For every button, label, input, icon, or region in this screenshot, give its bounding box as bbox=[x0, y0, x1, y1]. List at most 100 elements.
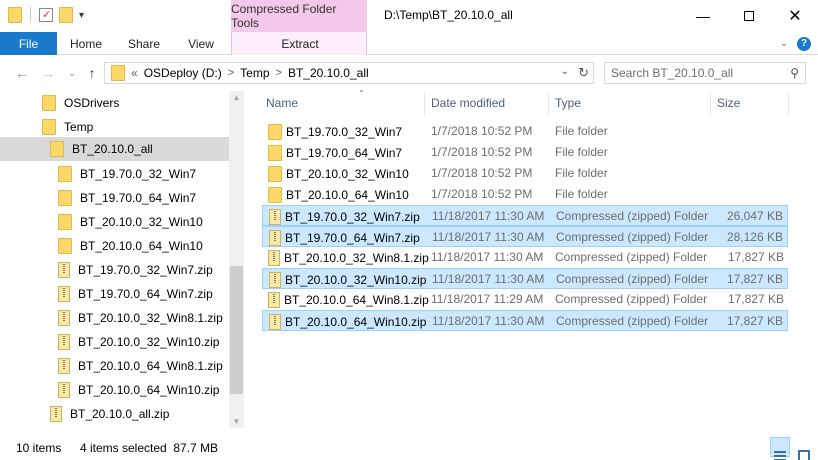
scroll-up-icon[interactable]: ▲ bbox=[229, 93, 244, 102]
tree-item[interactable]: BT_19.70.0_32_Win7 bbox=[58, 162, 228, 186]
tree-item-label: BT_20.10.0_64_Win8.1.zip bbox=[78, 359, 223, 373]
zip-folder-icon bbox=[58, 334, 70, 350]
file-name: BT_20.10.0_32_Win10.zip bbox=[269, 272, 426, 288]
maximize-button[interactable] bbox=[726, 0, 772, 32]
tree-item[interactable]: BT_19.70.0_32_Win7.zip bbox=[58, 258, 228, 282]
refresh-icon[interactable]: ↻ bbox=[578, 65, 589, 81]
file-name: BT_20.10.0_32_Win8.1.zip bbox=[268, 250, 429, 266]
customize-toolbar-icon[interactable]: ▾ bbox=[79, 10, 84, 21]
file-type: Compressed (zipped) Folder bbox=[556, 272, 709, 286]
scrollbar-thumb[interactable] bbox=[230, 266, 243, 394]
column-header-name[interactable]: ⌃ Name bbox=[266, 89, 426, 115]
zip-folder-icon bbox=[269, 314, 281, 330]
chevron-down-icon[interactable]: ⌄ bbox=[561, 66, 569, 77]
file-row-selected[interactable]: BT_19.70.0_64_Win7.zip 11/18/2017 11:30 … bbox=[262, 226, 788, 247]
search-input[interactable]: Search BT_20.10.0_all bbox=[611, 66, 733, 80]
help-icon[interactable]: ? bbox=[796, 32, 812, 55]
column-header-date[interactable]: Date modified bbox=[431, 91, 546, 115]
file-row-selected[interactable]: BT_19.70.0_32_Win7.zip 11/18/2017 11:30 … bbox=[262, 205, 788, 226]
file-row[interactable]: BT_20.10.0_64_Win8.1.zip 11/18/2017 11:2… bbox=[262, 289, 788, 310]
search-box[interactable]: Search BT_20.10.0_all ⚲ bbox=[604, 62, 806, 84]
tree-item-label: BT_20.10.0_all.zip bbox=[70, 407, 170, 421]
file-type: File folder bbox=[555, 145, 608, 159]
tree-item-osdrivers[interactable]: OSDrivers bbox=[42, 91, 228, 115]
file-row-selected[interactable]: BT_20.10.0_64_Win10.zip 11/18/2017 11:30… bbox=[262, 310, 788, 331]
file-date: 1/7/2018 10:52 PM bbox=[431, 124, 533, 138]
file-name-label: BT_19.70.0_64_Win7 bbox=[286, 146, 403, 160]
file-row-selected[interactable]: BT_20.10.0_32_Win10.zip 11/18/2017 11:30… bbox=[262, 268, 788, 289]
file-name: BT_20.10.0_64_Win10 bbox=[268, 187, 409, 203]
up-icon[interactable]: ↑ bbox=[82, 63, 102, 83]
file-size: 17,827 KB bbox=[726, 314, 783, 328]
tab-file[interactable]: File bbox=[0, 32, 57, 55]
address-bar[interactable]: « OSDeploy (D:) > Temp > BT_20.10.0_all … bbox=[104, 62, 594, 84]
tree-item[interactable]: BT_20.10.0_32_Win10.zip bbox=[58, 330, 228, 354]
folder-icon bbox=[42, 95, 56, 111]
file-row[interactable]: BT_20.10.0_64_Win10 1/7/2018 10:52 PM Fi… bbox=[262, 184, 788, 205]
breadcrumb-drive[interactable]: OSDeploy (D:) bbox=[144, 66, 222, 80]
tab-share[interactable]: Share bbox=[120, 32, 168, 55]
column-divider[interactable] bbox=[424, 93, 425, 115]
recent-locations-icon[interactable]: ⌄ bbox=[62, 63, 82, 83]
column-divider[interactable] bbox=[548, 93, 549, 115]
tree-item[interactable]: BT_20.10.0_64_Win8.1.zip bbox=[58, 354, 228, 378]
column-header-label: Type bbox=[555, 96, 582, 110]
tree-item-temp[interactable]: Temp bbox=[42, 115, 228, 139]
file-type: Compressed (zipped) Folder bbox=[556, 230, 709, 244]
tree-item-label: BT_20.10.0_32_Win8.1.zip bbox=[78, 311, 223, 325]
column-divider[interactable] bbox=[788, 93, 789, 115]
ribbon-tabs: File Home Share View Extract ⌄ ? bbox=[0, 32, 818, 55]
expand-ribbon-icon[interactable]: ⌄ bbox=[776, 32, 792, 55]
tab-home[interactable]: Home bbox=[62, 32, 110, 55]
large-icons-view-icon bbox=[798, 450, 810, 460]
folder-icon bbox=[8, 7, 22, 23]
back-icon[interactable]: ← bbox=[12, 63, 32, 83]
minimize-button[interactable]: — bbox=[680, 0, 726, 32]
file-type: File folder bbox=[555, 166, 608, 180]
tree-item-label: BT_20.10.0_32_Win10 bbox=[80, 215, 203, 229]
file-row[interactable]: BT_19.70.0_32_Win7 1/7/2018 10:52 PM Fil… bbox=[262, 121, 788, 142]
tree-item[interactable]: BT_19.70.0_64_Win7.zip bbox=[58, 282, 228, 306]
item-count: 10 items bbox=[16, 441, 62, 455]
tree-item-label: BT_19.70.0_64_Win7.zip bbox=[78, 287, 213, 301]
navigation-bar: ← → ⌄ ↑ « OSDeploy (D:) > Temp > BT_20.1… bbox=[0, 55, 818, 91]
toolbar-divider bbox=[30, 7, 31, 23]
column-header-size[interactable]: Size bbox=[717, 91, 787, 115]
tree-item[interactable]: BT_20.10.0_64_Win10 bbox=[58, 234, 228, 258]
scroll-down-icon[interactable]: ▼ bbox=[229, 417, 244, 426]
properties-icon[interactable]: ✓ bbox=[39, 8, 53, 22]
file-row[interactable]: BT_20.10.0_32_Win10 1/7/2018 10:52 PM Fi… bbox=[262, 163, 788, 184]
file-type: Compressed (zipped) Folder bbox=[555, 292, 708, 306]
file-name: BT_19.70.0_32_Win7.zip bbox=[269, 209, 420, 225]
tree-item-bt-all[interactable]: BT_20.10.0_all bbox=[0, 137, 229, 161]
tab-extract[interactable]: Extract bbox=[262, 32, 338, 55]
column-header-type[interactable]: Type bbox=[555, 91, 705, 115]
tree-item[interactable]: BT_20.10.0_32_Win10 bbox=[58, 210, 228, 234]
breadcrumb-current[interactable]: BT_20.10.0_all bbox=[288, 66, 369, 80]
tab-view[interactable]: View bbox=[178, 32, 224, 55]
tree-item[interactable]: BT_20.10.0_64_Win10.zip bbox=[58, 378, 228, 402]
chevron-right-icon[interactable]: > bbox=[228, 67, 234, 79]
tree-item[interactable]: BT_20.10.0_32_Win8.1.zip bbox=[58, 306, 228, 330]
zip-folder-icon bbox=[268, 292, 280, 308]
tree-item-label: BT_20.10.0_64_Win10.zip bbox=[78, 383, 220, 397]
file-date: 1/7/2018 10:52 PM bbox=[431, 145, 533, 159]
details-view-button[interactable] bbox=[770, 437, 790, 460]
nav-pane-scrollbar[interactable]: ▲ ▼ bbox=[229, 91, 244, 428]
large-icons-view-button[interactable] bbox=[794, 437, 814, 460]
column-divider[interactable] bbox=[710, 93, 711, 115]
breadcrumb-temp[interactable]: Temp bbox=[240, 66, 269, 80]
tree-item-label: BT_20.10.0_64_Win10 bbox=[80, 239, 203, 253]
tree-item[interactable]: BT_20.10.0_all.zip bbox=[50, 402, 228, 426]
new-folder-icon[interactable] bbox=[59, 7, 73, 23]
close-button[interactable]: ✕ bbox=[772, 0, 818, 32]
file-name-label: BT_20.10.0_64_Win8.1.zip bbox=[284, 293, 429, 307]
tree-item[interactable]: BT_19.70.0_64_Win7 bbox=[58, 186, 228, 210]
forward-icon[interactable]: → bbox=[38, 63, 58, 83]
file-row[interactable]: BT_19.70.0_64_Win7 1/7/2018 10:52 PM Fil… bbox=[262, 142, 788, 163]
file-row[interactable]: BT_20.10.0_32_Win8.1.zip 11/18/2017 11:3… bbox=[262, 247, 788, 268]
zip-folder-icon bbox=[269, 272, 281, 288]
breadcrumb-overflow[interactable]: « bbox=[131, 66, 138, 80]
chevron-right-icon[interactable]: > bbox=[276, 67, 282, 79]
file-name: BT_20.10.0_64_Win10.zip bbox=[269, 314, 426, 330]
